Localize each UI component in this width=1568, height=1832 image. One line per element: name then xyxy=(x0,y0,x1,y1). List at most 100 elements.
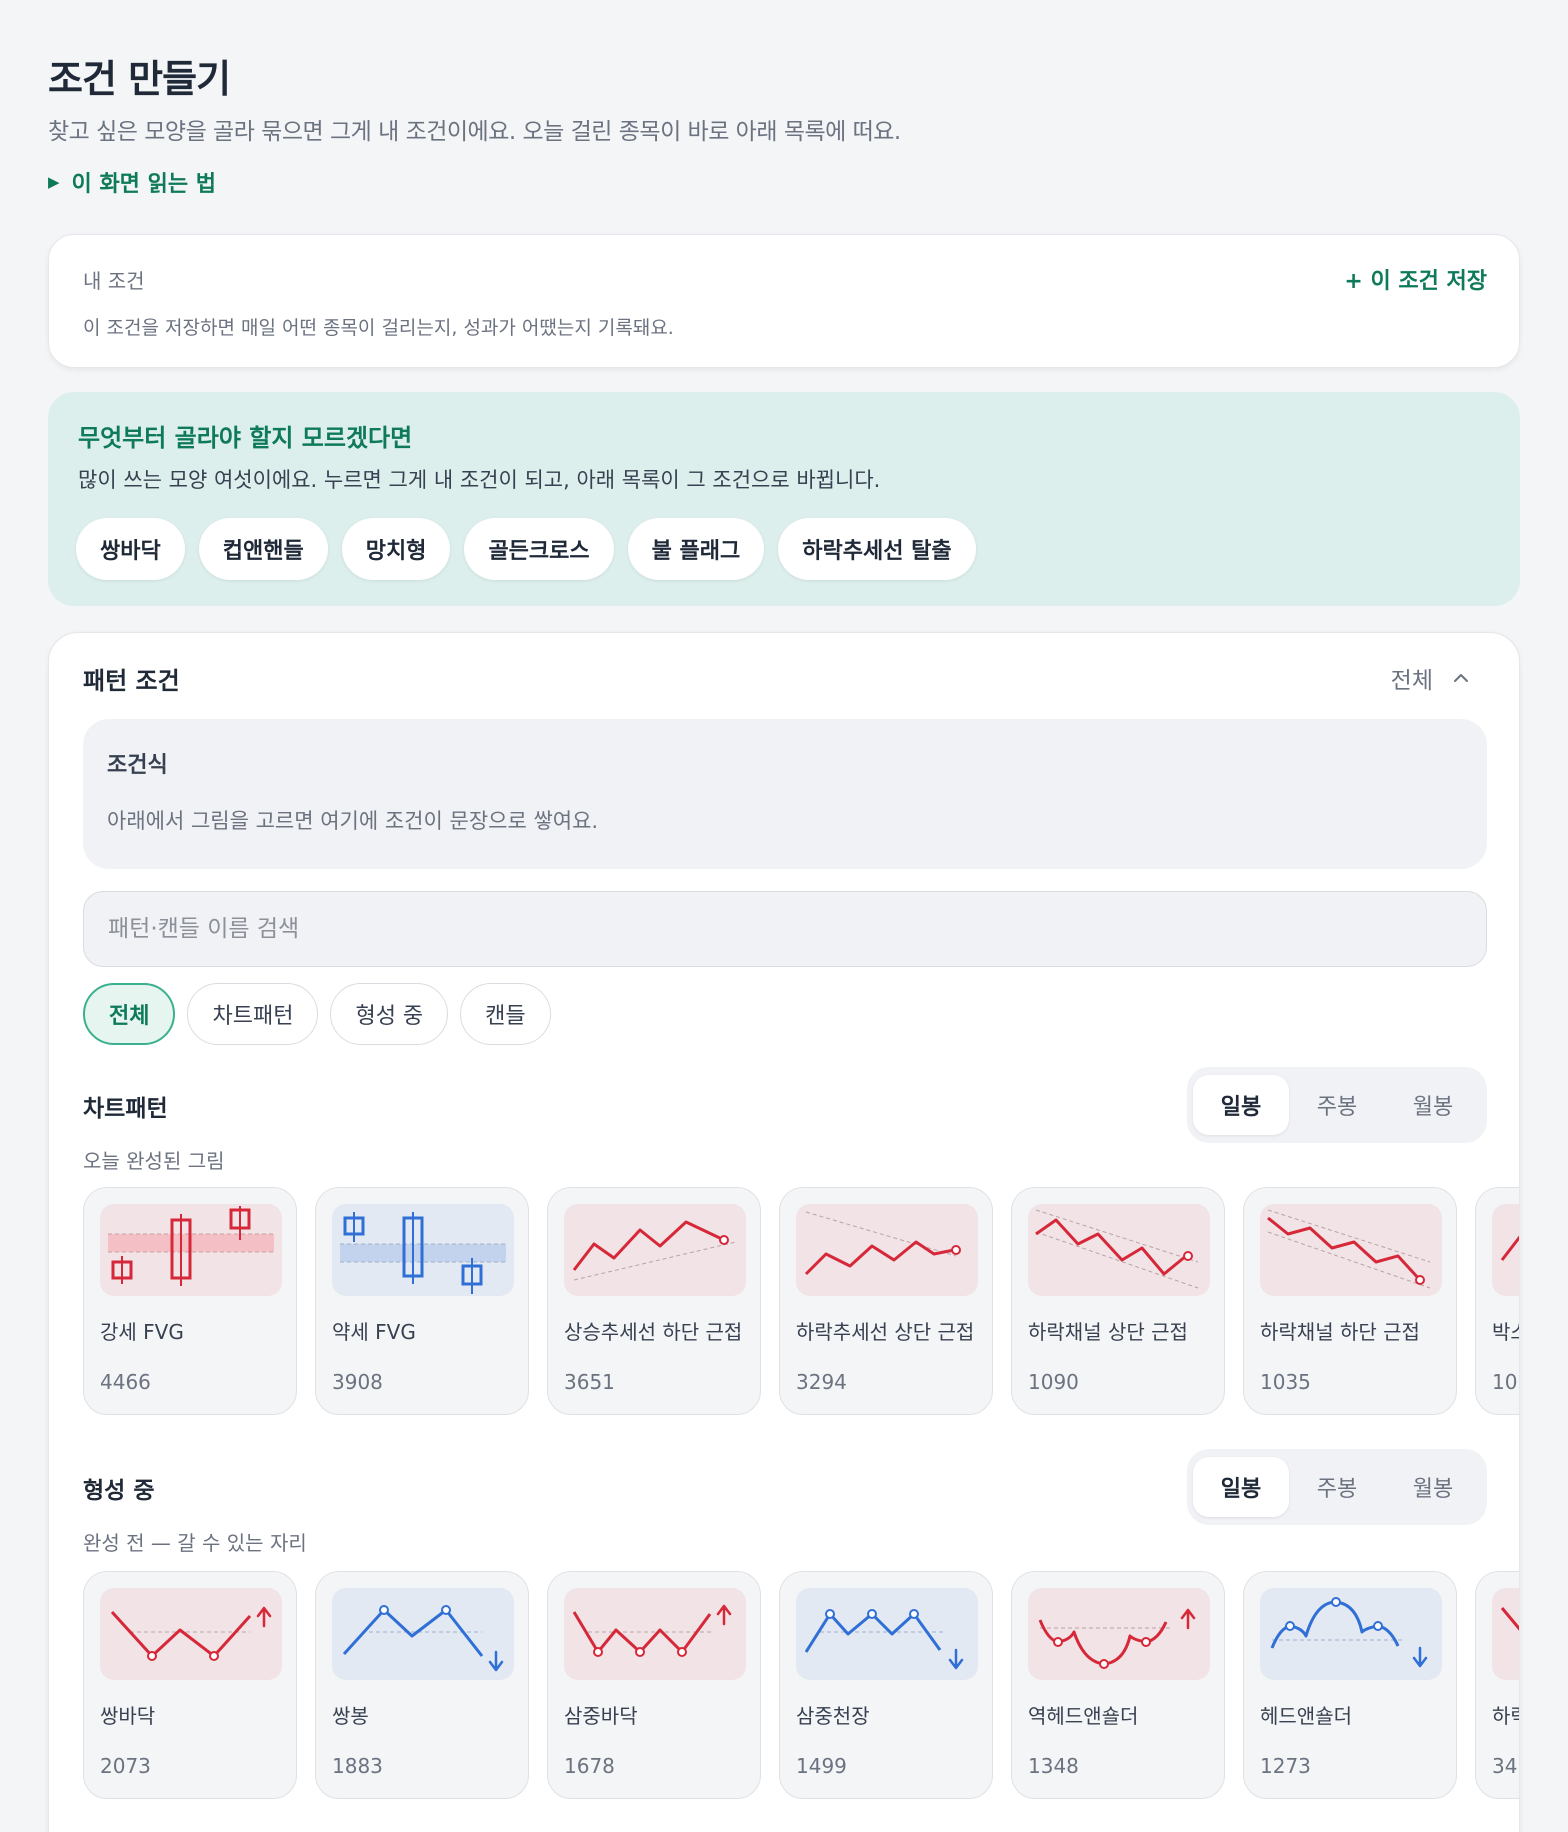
falling-pattern-icon xyxy=(1492,1588,1519,1680)
pattern-card-name: 삼중천장 xyxy=(796,1704,870,1728)
pattern-card-count: 2073 xyxy=(100,1754,151,1778)
pattern-card-count: 3651 xyxy=(564,1370,615,1394)
pattern-card-downtrend-line[interactable]: 하락추세선 상단 근접 3294 xyxy=(779,1187,993,1415)
my-condition-label: 내 조건 xyxy=(83,269,145,293)
pattern-card-double-top[interactable]: 쌍봉 1883 xyxy=(315,1571,529,1799)
timeframe-weekly[interactable]: 주봉 xyxy=(1289,1457,1385,1517)
head-shoulders-icon xyxy=(1260,1588,1442,1680)
pattern-card-bearish-fvg[interactable]: 약세 FVG 3908 xyxy=(315,1187,529,1415)
suggestion-description: 많이 쓰는 모양 여섯이에요. 누르면 그게 내 조건이 되고, 아래 목록이 … xyxy=(78,468,881,492)
pattern-condition-card: 패턴 조건 전체 조건식 아래에서 그림을 고르면 여기에 조건이 문장으로 쌓… xyxy=(48,632,1520,1832)
suggestion-heading: 무엇부터 골라야 할지 모르겠다면 xyxy=(78,424,413,452)
pattern-card-box[interactable]: 박스 10 xyxy=(1475,1187,1519,1415)
pattern-card-falling[interactable]: 하락 34 xyxy=(1475,1571,1519,1799)
suggestion-chip-cup-handle[interactable]: 컵앤핸들 xyxy=(198,518,328,580)
filter-tab-candle[interactable]: 캔들 xyxy=(460,983,551,1045)
timeframe-monthly[interactable]: 월봉 xyxy=(1385,1457,1481,1517)
pattern-card-count: 1273 xyxy=(1260,1754,1311,1778)
uptrend-line-icon xyxy=(564,1204,746,1296)
pattern-collapse-toggle[interactable]: 전체 xyxy=(1391,661,1471,695)
timeframe-weekly[interactable]: 주봉 xyxy=(1289,1075,1385,1135)
pattern-card-name: 상승추세선 하단 근접 xyxy=(564,1320,743,1344)
my-condition-description: 이 조건을 저장하면 매일 어떤 종목이 걸리는지, 성과가 어땠는지 기록돼요… xyxy=(83,317,674,339)
timeframe-selector-chart-pattern: 일봉 주봉 월봉 xyxy=(1187,1067,1487,1143)
suggestion-chip-hammer[interactable]: 망치형 xyxy=(341,518,451,580)
pattern-card-name: 약세 FVG xyxy=(332,1320,416,1344)
bullish-fvg-icon xyxy=(100,1204,282,1296)
pattern-card-name: 쌍봉 xyxy=(332,1704,369,1728)
timeframe-daily[interactable]: 일봉 xyxy=(1193,1075,1289,1135)
pattern-card-name: 하락 xyxy=(1492,1704,1519,1728)
page-subtitle: 찾고 싶은 모양을 골라 묶으면 그게 내 조건이에요. 오늘 걸린 종목이 바… xyxy=(48,119,901,145)
timeframe-selector-forming: 일봉 주봉 월봉 xyxy=(1187,1449,1487,1525)
pattern-card-count: 1035 xyxy=(1260,1370,1311,1394)
pattern-card-name: 쌍바닥 xyxy=(100,1704,156,1728)
pattern-card-count: 1348 xyxy=(1028,1754,1079,1778)
pattern-toggle-label: 전체 xyxy=(1390,668,1433,694)
chart-pattern-row: 강세 FVG 4466 약세 FVG 3908 상승추세선 하단 근접 3651… xyxy=(83,1187,1519,1415)
pattern-card-double-bottom[interactable]: 쌍바닥 2073 xyxy=(83,1571,297,1799)
down-channel-bottom-icon xyxy=(1260,1204,1442,1296)
filter-tabs: 전체 차트패턴 형성 중 캔들 xyxy=(83,983,551,1045)
filter-tab-chart-pattern[interactable]: 차트패턴 xyxy=(187,983,319,1045)
double-top-icon xyxy=(332,1588,514,1680)
pattern-card-bullish-fvg[interactable]: 강세 FVG 4466 xyxy=(83,1187,297,1415)
filter-tab-forming[interactable]: 형성 중 xyxy=(330,983,449,1045)
timeframe-daily[interactable]: 일봉 xyxy=(1193,1457,1289,1517)
section-title-forming: 형성 중 xyxy=(83,1478,155,1504)
pattern-card-name: 삼중바닥 xyxy=(564,1704,638,1728)
save-condition-button[interactable]: + 이 조건 저장 xyxy=(1344,263,1487,295)
down-channel-top-icon xyxy=(1028,1204,1210,1296)
triple-bottom-icon xyxy=(564,1588,746,1680)
pattern-card-name: 하락채널 하단 근접 xyxy=(1260,1320,1420,1344)
pattern-search-input[interactable] xyxy=(83,891,1487,967)
pattern-card-count: 3908 xyxy=(332,1370,383,1394)
pattern-card-count: 1090 xyxy=(1028,1370,1079,1394)
pattern-card-count: 10 xyxy=(1492,1370,1518,1394)
pattern-card-down-channel-bottom[interactable]: 하락채널 하단 근접 1035 xyxy=(1243,1187,1457,1415)
pattern-card-name: 하락추세선 상단 근접 xyxy=(796,1320,975,1344)
chevron-up-icon xyxy=(1454,674,1468,682)
suggestion-chip-double-bottom[interactable]: 쌍바닥 xyxy=(76,518,185,580)
section-subtitle-forming: 완성 전 — 갈 수 있는 자리 xyxy=(83,1531,307,1555)
section-subtitle-chart-pattern: 오늘 완성된 그림 xyxy=(83,1149,225,1173)
suggestion-chips: 쌍바닥 컵앤핸들 망치형 골든크로스 불 플래그 하락추세선 탈출 xyxy=(76,518,976,580)
pattern-card-name: 하락채널 상단 근접 xyxy=(1028,1320,1188,1344)
suggestion-chip-downtrend-break[interactable]: 하락추세선 탈출 xyxy=(778,518,976,580)
pattern-card-count: 1499 xyxy=(796,1754,847,1778)
pattern-card-down-channel-top[interactable]: 하락채널 상단 근접 1090 xyxy=(1011,1187,1225,1415)
formula-box: 조건식 아래에서 그림을 고르면 여기에 조건이 문장으로 쌓여요. xyxy=(83,719,1487,869)
double-bottom-icon xyxy=(100,1588,282,1680)
pattern-card-triple-bottom[interactable]: 삼중바닥 1678 xyxy=(547,1571,761,1799)
page-title: 조건 만들기 xyxy=(48,57,231,101)
timeframe-monthly[interactable]: 월봉 xyxy=(1385,1075,1481,1135)
pattern-card-head-shoulders[interactable]: 헤드앤숄더 1273 xyxy=(1243,1571,1457,1799)
filter-tab-all[interactable]: 전체 xyxy=(83,983,176,1045)
suggestion-chip-golden-cross[interactable]: 골든크로스 xyxy=(464,518,614,580)
my-condition-card: 내 조건 이 조건을 저장하면 매일 어떤 종목이 걸리는지, 성과가 어땠는지… xyxy=(48,234,1520,368)
inverse-head-shoulders-icon xyxy=(1028,1588,1210,1680)
formula-placeholder: 아래에서 그림을 고르면 여기에 조건이 문장으로 쌓여요. xyxy=(107,809,599,833)
pattern-card-count: 1883 xyxy=(332,1754,383,1778)
suggestion-card: 무엇부터 골라야 할지 모르겠다면 많이 쓰는 모양 여섯이에요. 누르면 그게… xyxy=(48,392,1520,606)
triple-top-icon xyxy=(796,1588,978,1680)
howto-toggle[interactable]: ▶ 이 화면 읽는 법 xyxy=(48,166,216,198)
section-title-chart-pattern: 차트패턴 xyxy=(83,1096,168,1122)
bearish-fvg-icon xyxy=(332,1204,514,1296)
pattern-card-count: 3294 xyxy=(796,1370,847,1394)
pattern-card-count: 1678 xyxy=(564,1754,615,1778)
pattern-card-triple-top[interactable]: 삼중천장 1499 xyxy=(779,1571,993,1799)
pattern-card-count: 4466 xyxy=(100,1370,151,1394)
pattern-card-name: 박스 xyxy=(1492,1320,1519,1344)
pattern-card-name: 강세 FVG xyxy=(100,1320,184,1344)
pattern-card-count: 34 xyxy=(1492,1754,1518,1778)
pattern-card-name: 역헤드앤숄더 xyxy=(1028,1704,1139,1728)
pattern-card-uptrend-line[interactable]: 상승추세선 하단 근접 3651 xyxy=(547,1187,761,1415)
downtrend-line-icon xyxy=(796,1204,978,1296)
pattern-title: 패턴 조건 xyxy=(83,667,180,695)
howto-label: 이 화면 읽는 법 xyxy=(71,172,216,197)
suggestion-chip-bull-flag[interactable]: 불 플래그 xyxy=(627,518,765,580)
triangle-right-icon: ▶ xyxy=(48,173,60,191)
pattern-card-name: 헤드앤숄더 xyxy=(1260,1704,1352,1728)
pattern-card-inverse-head-shoulders[interactable]: 역헤드앤숄더 1348 xyxy=(1011,1571,1225,1799)
